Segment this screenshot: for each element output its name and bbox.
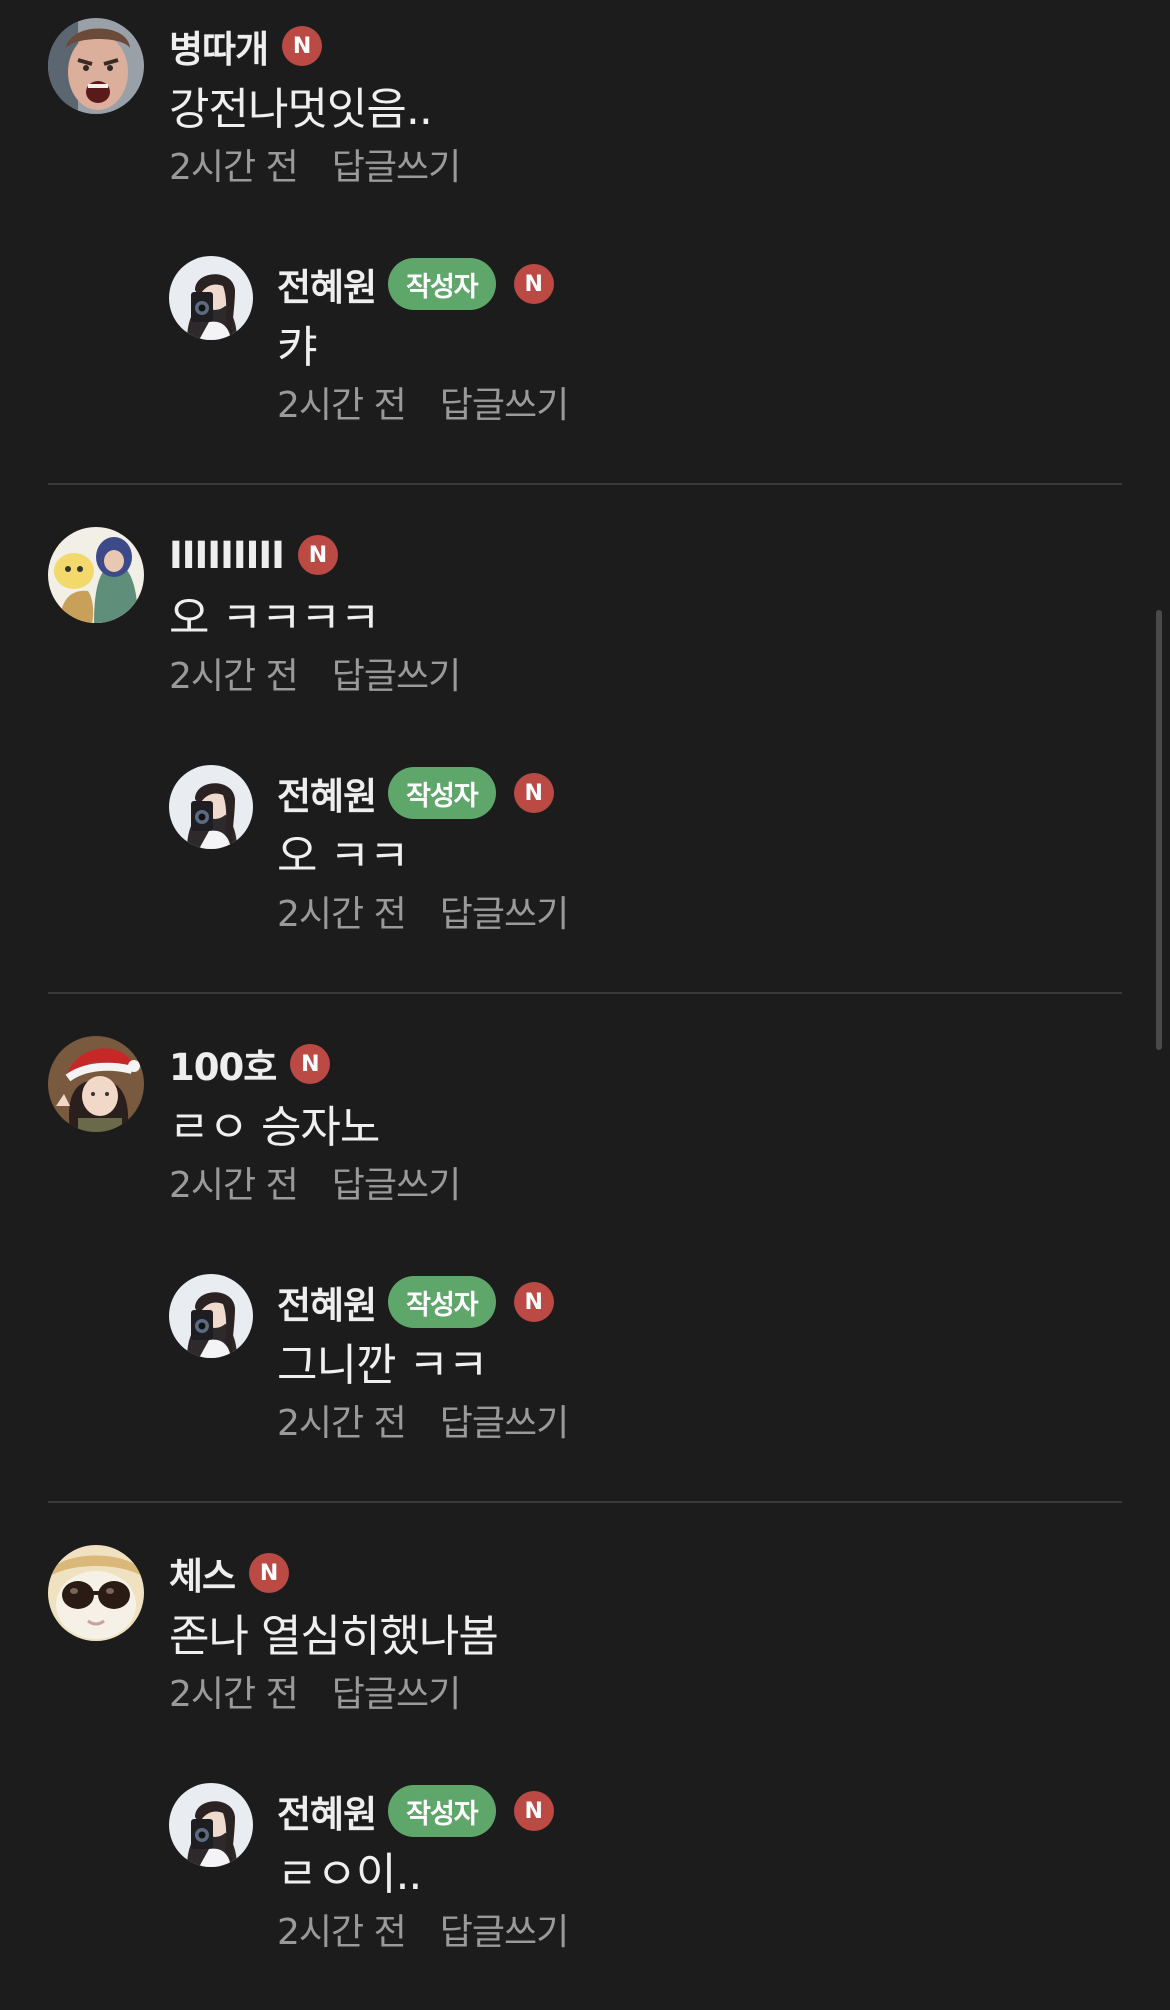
commenter-name[interactable]: 체스 bbox=[169, 1546, 236, 1600]
new-badge: N bbox=[290, 1044, 331, 1084]
new-badge: N bbox=[249, 1553, 290, 1593]
author-badge: 작성자 bbox=[388, 767, 496, 819]
new-badge: N bbox=[513, 1282, 554, 1322]
reply-button[interactable]: 답글쓰기 bbox=[332, 1165, 461, 1206]
avatar[interactable] bbox=[48, 1545, 144, 1641]
woman-with-camera-icon bbox=[169, 765, 253, 849]
comment-text: 강전나멋잇음.. bbox=[169, 84, 433, 135]
comment-body: 체스 N 존나 열심히했나봄 2시간 전 답글쓰기 bbox=[169, 1545, 499, 1719]
comment-text: ㄹㅇ 승자노 bbox=[169, 1102, 380, 1153]
name-line: 100호 N bbox=[169, 1036, 460, 1092]
name-line: 전혜원 작성자 N bbox=[277, 765, 568, 821]
woman-with-camera-icon bbox=[169, 1783, 253, 1867]
divider bbox=[48, 992, 1122, 994]
reply-button[interactable]: 답글쓰기 bbox=[332, 1674, 461, 1715]
reply-body: 전혜원 작성자 N ㄹㅇ이.. 2시간 전 답글쓰기 bbox=[277, 1783, 569, 1957]
comment-body: IIIIIIIII N 오 ㅋㅋㅋㅋ 2시간 전 답글쓰기 bbox=[169, 527, 461, 701]
new-badge: N bbox=[513, 264, 554, 304]
new-badge: N bbox=[282, 26, 323, 66]
avatar[interactable] bbox=[169, 1274, 253, 1358]
author-badge: 작성자 bbox=[388, 1785, 496, 1837]
comment-time: 2시간 전 bbox=[277, 1403, 407, 1444]
comment-time: 2시간 전 bbox=[169, 1674, 299, 1715]
name-line: 전혜원 작성자 N bbox=[277, 1274, 568, 1330]
comment-meta: 2시간 전 답글쓰기 bbox=[277, 382, 569, 430]
reply-button[interactable]: 답글쓰기 bbox=[440, 1403, 569, 1444]
comment-time: 2시간 전 bbox=[169, 1165, 299, 1206]
avatar[interactable] bbox=[48, 18, 144, 114]
new-badge: N bbox=[297, 535, 338, 575]
reply-button[interactable]: 답글쓰기 bbox=[440, 894, 569, 935]
reply-body: 전혜원 작성자 N 캬 2시간 전 답글쓰기 bbox=[277, 256, 569, 430]
avatar[interactable] bbox=[48, 1036, 144, 1132]
comment-meta: 2시간 전 답글쓰기 bbox=[277, 1909, 569, 1957]
name-line: 체스 N bbox=[169, 1545, 498, 1601]
commenter-name[interactable]: 전혜원 bbox=[277, 766, 377, 820]
comment-meta: 2시간 전 답글쓰기 bbox=[277, 891, 569, 939]
reply-button[interactable]: 답글쓰기 bbox=[440, 385, 569, 426]
comment-body: 병따개 N 강전나멋잇음.. 2시간 전 답글쓰기 bbox=[169, 18, 461, 192]
woman-with-camera-icon bbox=[169, 256, 253, 340]
commenter-name[interactable]: 전혜원 bbox=[277, 1275, 377, 1329]
avatar[interactable] bbox=[169, 765, 253, 849]
new-badge: N bbox=[513, 1791, 554, 1831]
comment-body: 100호 N ㄹㅇ 승자노 2시간 전 답글쓰기 bbox=[169, 1036, 461, 1210]
angry-man-face-icon bbox=[48, 18, 144, 114]
comment-time: 2시간 전 bbox=[277, 894, 407, 935]
comment-meta: 2시간 전 답글쓰기 bbox=[169, 1671, 498, 1719]
avatar[interactable] bbox=[169, 256, 253, 340]
scrollbar[interactable] bbox=[1156, 610, 1162, 1050]
reply-button[interactable]: 답글쓰기 bbox=[332, 656, 461, 697]
commenter-name[interactable]: 100호 bbox=[169, 1037, 277, 1091]
woman-with-camera-icon bbox=[169, 1274, 253, 1358]
comment-text: 존나 열심히했나봄 bbox=[169, 1611, 499, 1662]
comment-text: 그니깐 ㅋㅋ bbox=[277, 1340, 488, 1391]
comment-time: 2시간 전 bbox=[277, 385, 407, 426]
commenter-name[interactable]: 병따개 bbox=[169, 19, 269, 73]
comment-text: 캬 bbox=[277, 322, 317, 373]
name-line: 전혜원 작성자 N bbox=[277, 256, 568, 312]
comment-text: ㄹㅇ이.. bbox=[277, 1849, 422, 1900]
reply-body: 전혜원 작성자 N 그니깐 ㅋㅋ 2시간 전 답글쓰기 bbox=[277, 1274, 569, 1448]
commenter-name[interactable]: 전혜원 bbox=[277, 257, 377, 311]
name-line: IIIIIIIII N bbox=[169, 527, 460, 583]
new-badge: N bbox=[513, 773, 554, 813]
comment-meta: 2시간 전 답글쓰기 bbox=[169, 1162, 461, 1210]
comment-time: 2시간 전 bbox=[277, 1912, 407, 1953]
cartoon-characters-icon bbox=[48, 527, 144, 623]
girl-santa-hat-icon bbox=[48, 1036, 144, 1132]
comment-meta: 2시간 전 답글쓰기 bbox=[277, 1400, 569, 1448]
avatar[interactable] bbox=[169, 1783, 253, 1867]
divider bbox=[48, 1501, 1122, 1503]
author-badge: 작성자 bbox=[388, 1276, 496, 1328]
name-line: 병따개 N bbox=[169, 18, 460, 74]
comment-meta: 2시간 전 답글쓰기 bbox=[169, 144, 461, 192]
commenter-name[interactable]: IIIIIIIII bbox=[169, 534, 285, 577]
avatar[interactable] bbox=[48, 527, 144, 623]
comment-text: 오 ㅋㅋㅋㅋ bbox=[169, 593, 380, 644]
author-badge: 작성자 bbox=[388, 258, 496, 310]
comment-meta: 2시간 전 답글쓰기 bbox=[169, 653, 461, 701]
cartoon-sunglasses-icon bbox=[48, 1545, 144, 1641]
comment-time: 2시간 전 bbox=[169, 147, 299, 188]
reply-button[interactable]: 답글쓰기 bbox=[440, 1912, 569, 1953]
name-line: 전혜원 작성자 N bbox=[277, 1783, 568, 1839]
reply-button[interactable]: 답글쓰기 bbox=[332, 147, 461, 188]
divider bbox=[48, 483, 1122, 485]
comment-text: 오 ㅋㅋ bbox=[277, 831, 409, 882]
comment-time: 2시간 전 bbox=[169, 656, 299, 697]
commenter-name[interactable]: 전혜원 bbox=[277, 1784, 377, 1838]
reply-body: 전혜원 작성자 N 오 ㅋㅋ 2시간 전 답글쓰기 bbox=[277, 765, 569, 939]
